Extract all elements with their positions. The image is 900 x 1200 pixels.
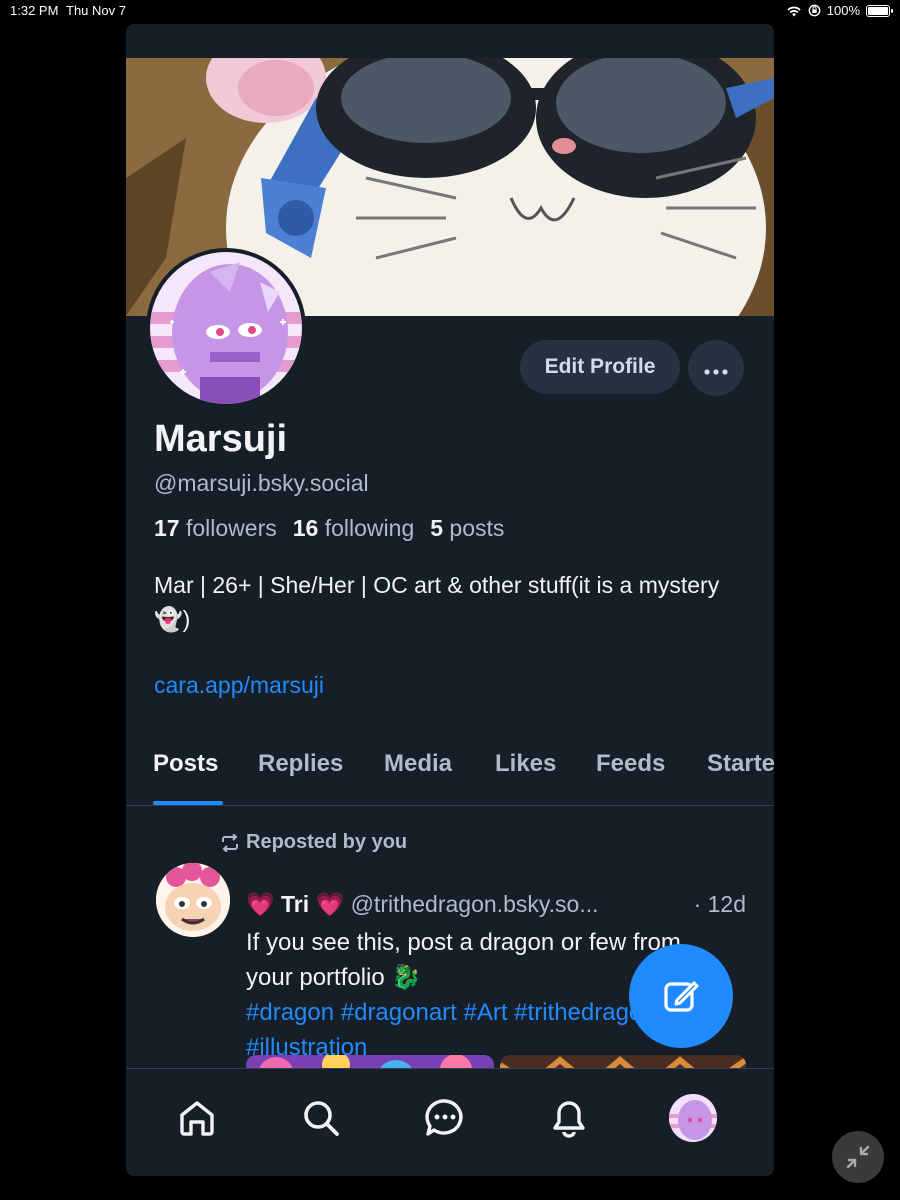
repost-icon [222,833,238,852]
edit-profile-button[interactable]: Edit Profile [520,340,680,394]
nav-search-button[interactable] [294,1091,348,1145]
post-author-handle[interactable]: @trithedragon.bsky.so... [351,891,599,917]
compose-button[interactable] [629,944,733,1048]
tab-likes[interactable]: Likes [495,750,556,778]
bottom-navigation [126,1068,774,1176]
followers-label: followers [185,515,277,541]
following-label: following [324,515,415,541]
following-stat[interactable]: 16 following [293,515,414,542]
minimize-window-button[interactable] [832,1131,884,1183]
compose-icon [664,981,699,1012]
chat-icon [425,1099,463,1136]
repost-label: Reposted by you [246,831,408,853]
ellipsis-icon [704,369,728,375]
profile-tabs: Posts Replies Media Likes Feeds Starter [126,742,774,806]
nav-chat-button[interactable] [418,1091,472,1145]
status-bar: 1:32 PM Thu Nov 7 100% [0,0,900,24]
profile-avatar[interactable] [146,248,306,408]
nav-profile-button[interactable] [666,1091,720,1145]
wifi-icon [787,6,801,16]
status-right: 100% [786,3,893,18]
home-icon [180,1101,214,1136]
app-window: Edit Profile Marsuji @marsuji.bsky.socia… [126,24,774,1176]
posts-count: 5 [430,515,444,541]
nav-notifications-button[interactable] [542,1091,596,1145]
repost-indicator: Reposted by you [220,831,407,854]
post-author-name[interactable]: 💗 Tri 💗 [246,891,344,917]
battery-level [868,6,888,15]
bell-icon [553,1101,585,1138]
app-top-strip [126,24,774,58]
tab-feeds[interactable]: Feeds [596,750,665,778]
tab-replies[interactable]: Replies [258,750,343,778]
followers-count: 17 [154,515,180,541]
more-options-button[interactable] [688,340,744,396]
post-avatar-illustration [156,863,230,937]
orientation-lock-icon [808,4,821,17]
followers-stat[interactable]: 17 followers [154,515,277,542]
tab-posts[interactable]: Posts [153,750,218,778]
battery-icon [866,4,893,17]
avatar-illustration [150,252,302,404]
profile-stats: 17 followers 16 following 5 posts [154,515,504,542]
posts-label: posts [449,515,505,541]
tab-media[interactable]: Media [384,750,452,778]
display-name: Marsuji [154,418,288,460]
battery-percent: 100% [826,3,860,18]
nav-home-button[interactable] [170,1091,224,1145]
profile-handle: @marsuji.bsky.social [154,470,369,496]
profile-link[interactable]: cara.app/marsuji [154,672,324,699]
following-count: 16 [292,515,319,541]
tab-starter[interactable]: Starter [707,750,774,778]
profile-bio: Mar | 26+ | She/Her | OC art & other stu… [154,572,720,632]
nav-profile-avatar [669,1094,717,1142]
collapse-arrows-icon [846,1145,870,1169]
nav-avatar-illustration [669,1094,717,1142]
post-timestamp[interactable]: · 12d [694,891,746,918]
posts-stat: 5 posts [430,515,504,542]
post-author-avatar[interactable] [156,863,230,937]
status-time: 1:32 PM [10,3,59,18]
active-tab-indicator [153,801,223,805]
status-date: Thu Nov 7 [66,3,126,18]
search-icon [304,1101,339,1136]
post-header: 💗 Tri 💗 @trithedragon.bsky.so... [246,891,746,918]
